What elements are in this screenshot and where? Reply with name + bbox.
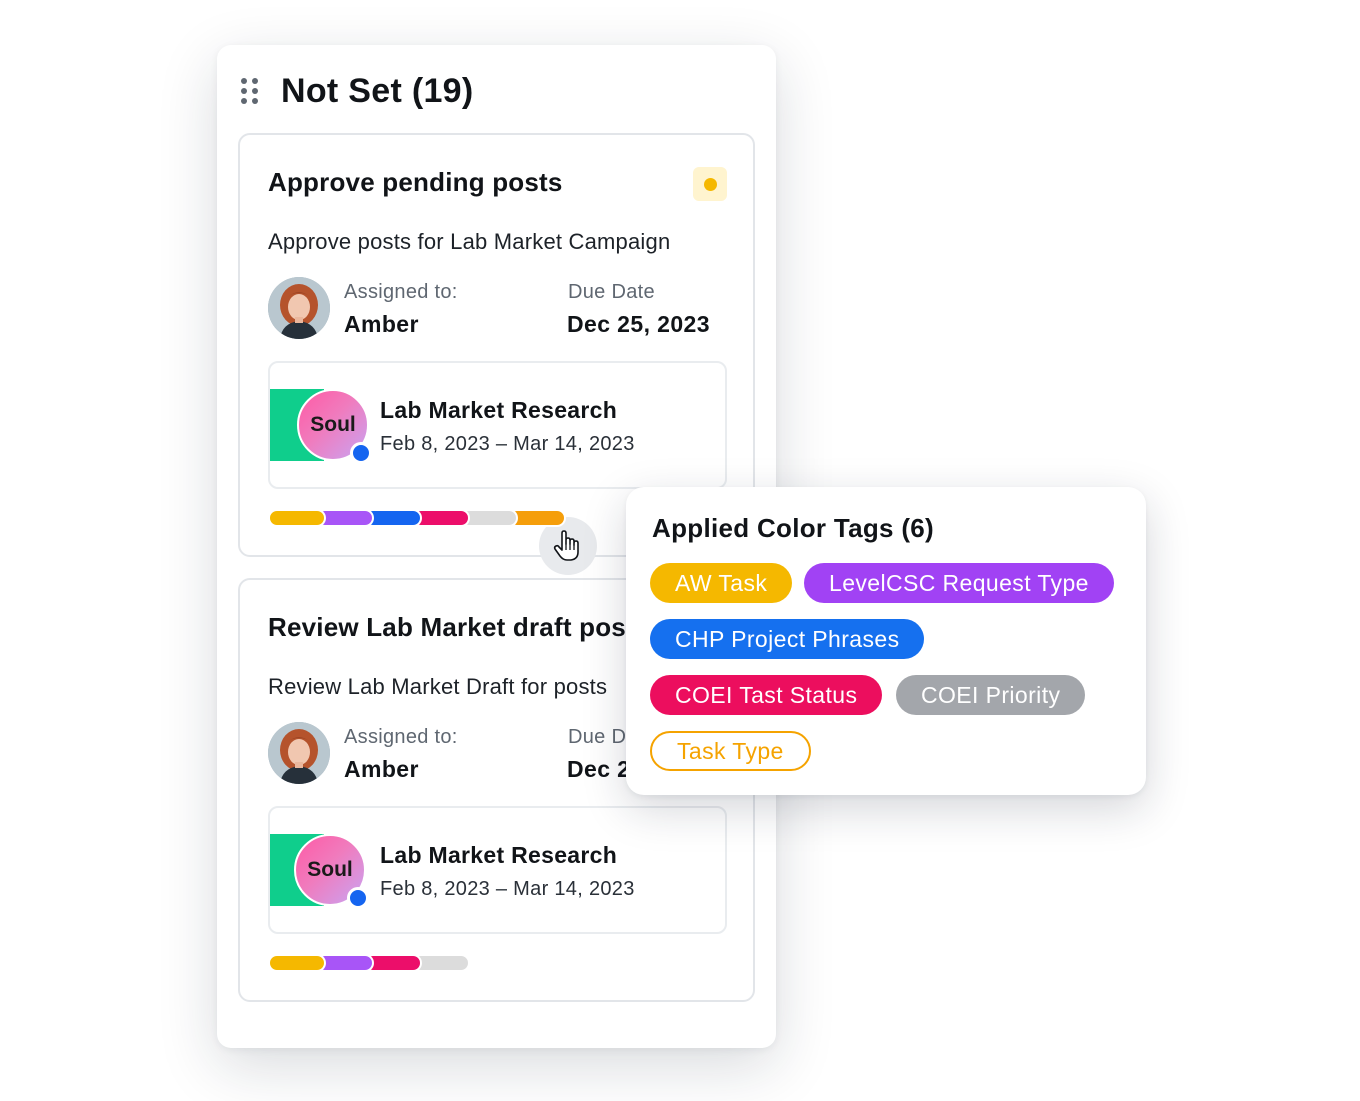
campaign-dates: Feb 8, 2023 – Mar 14, 2023 bbox=[380, 878, 635, 900]
color-tag-segment bbox=[268, 509, 326, 527]
priority-dot-icon[interactable] bbox=[693, 167, 727, 201]
task-description: Approve posts for Lab Market Campaign bbox=[268, 229, 671, 254]
color-tag-strip[interactable] bbox=[268, 509, 566, 527]
due-date-label: Due Date bbox=[568, 281, 655, 303]
assigned-label: Assigned to: bbox=[344, 281, 458, 303]
assignee-name: Amber bbox=[344, 311, 419, 337]
campaign-title: Lab Market Research bbox=[380, 397, 618, 423]
task-title: Review Lab Market draft posts bbox=[268, 612, 650, 642]
tag-chip[interactable]: LevelCSC Request Type bbox=[804, 563, 1114, 603]
tag-chip[interactable]: COEI Priority bbox=[896, 675, 1086, 715]
due-date-value: Dec 25, 2023 bbox=[567, 311, 710, 337]
drag-handle-icon[interactable] bbox=[241, 78, 259, 104]
status-dot-icon bbox=[350, 442, 372, 464]
popover-title: Applied Color Tags (6) bbox=[652, 513, 935, 543]
campaign-card[interactable]: Soul Lab Market Research Feb 8, 2023 – M… bbox=[268, 806, 727, 934]
column-title: Not Set (19) bbox=[281, 71, 474, 110]
tag-chip[interactable]: AW Task bbox=[650, 563, 793, 603]
assignee-name: Amber bbox=[344, 756, 419, 782]
avatar bbox=[268, 722, 330, 784]
color-tag-segment bbox=[268, 954, 326, 972]
status-dot-icon bbox=[347, 887, 369, 909]
campaign-card[interactable]: Soul Lab Market Research Feb 8, 2023 – M… bbox=[268, 361, 727, 489]
tag-chip[interactable]: COEI Tast Status bbox=[650, 675, 883, 715]
task-title: Approve pending posts bbox=[268, 167, 563, 197]
task-description: Review Lab Market Draft for posts bbox=[268, 674, 608, 699]
color-tag-strip[interactable] bbox=[268, 954, 470, 972]
avatar bbox=[268, 277, 330, 339]
campaign-title: Lab Market Research bbox=[380, 842, 618, 868]
column-header: Not Set (19) bbox=[241, 71, 474, 111]
applied-color-tags-popover: Applied Color Tags (6) AW Task LevelCSC … bbox=[626, 487, 1146, 795]
campaign-dates: Feb 8, 2023 – Mar 14, 2023 bbox=[380, 433, 635, 455]
tag-chip[interactable]: CHP Project Phrases bbox=[650, 619, 925, 659]
tag-chip[interactable]: Task Type bbox=[650, 731, 811, 771]
assigned-label: Assigned to: bbox=[344, 726, 458, 748]
